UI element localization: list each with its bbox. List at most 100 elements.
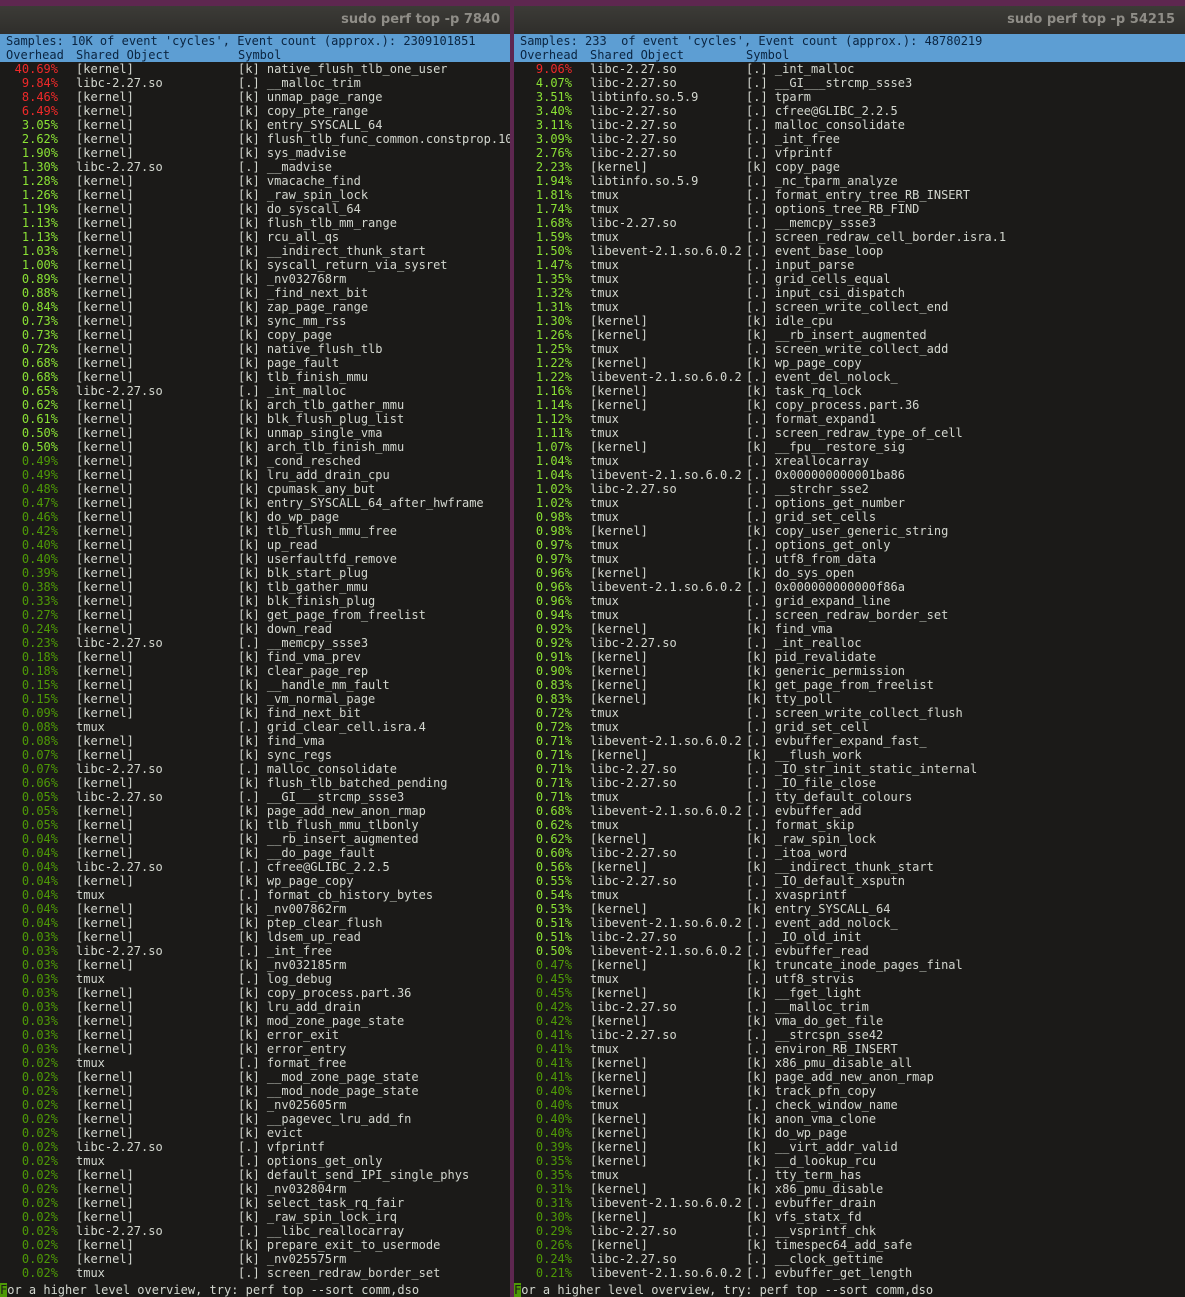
table-row[interactable]: 0.42% libc-2.27.so [.] __malloc_trim bbox=[514, 1000, 1185, 1014]
table-row[interactable]: 0.03% [kernel] [k] copy_process.part.36 bbox=[0, 986, 510, 1000]
table-row[interactable]: 0.40% [kernel] [k] userfaultfd_remove bbox=[0, 552, 510, 566]
table-row[interactable]: 0.49% [kernel] [k] lru_add_drain_cpu bbox=[0, 468, 510, 482]
table-row[interactable]: 3.09% libc-2.27.so [.] _int_free bbox=[514, 132, 1185, 146]
table-row[interactable]: 0.31% libevent-2.1.so.6.0.2 [.] evbuffer_d… bbox=[514, 1196, 1185, 1210]
table-row[interactable]: 0.91% [kernel] [k] pid_revalidate bbox=[514, 650, 1185, 664]
table-row[interactable]: 1.59% tmux [.] screen_redraw_cell_border.i… bbox=[514, 230, 1185, 244]
table-row[interactable]: 0.49% [kernel] [k] _cond_resched bbox=[0, 454, 510, 468]
table-row[interactable]: 2.23% [kernel] [k] copy_page bbox=[514, 160, 1185, 174]
table-row[interactable]: 1.12% tmux [.] format_expand1 bbox=[514, 412, 1185, 426]
table-row[interactable]: 0.51% libc-2.27.so [.] _IO_old_init bbox=[514, 930, 1185, 944]
table-row[interactable]: 1.19% [kernel] [k] do_syscall_64 bbox=[0, 202, 510, 216]
table-row[interactable]: 0.72% tmux [.] grid_set_cell bbox=[514, 720, 1185, 734]
terminal-window-left[interactable]: sudo perf top -p 7840 Samples: 10K of ev… bbox=[0, 6, 510, 1297]
table-row[interactable]: 0.04% [kernel] [k] __rb_insert_augmented bbox=[0, 832, 510, 846]
table-row[interactable]: 0.15% [kernel] [k] _vm_normal_page bbox=[0, 692, 510, 706]
table-row[interactable]: 0.04% [kernel] [k] ptep_clear_flush bbox=[0, 916, 510, 930]
table-row[interactable]: 0.55% libc-2.27.so [.] _IO_default_xsputn bbox=[514, 874, 1185, 888]
table-row[interactable]: 0.07% libc-2.27.so [.] malloc_consolidate bbox=[0, 762, 510, 776]
table-row[interactable]: 0.62% [kernel] [k] arch_tlb_gather_mmu bbox=[0, 398, 510, 412]
table-row[interactable]: 0.02% tmux [.] options_get_only bbox=[0, 1154, 510, 1168]
table-row[interactable]: 0.73% [kernel] [k] copy_page bbox=[0, 328, 510, 342]
table-row[interactable]: 0.39% [kernel] [k] __virt_addr_valid bbox=[514, 1140, 1185, 1154]
table-row[interactable]: 0.33% [kernel] [k] blk_finish_plug bbox=[0, 594, 510, 608]
table-row[interactable]: 0.61% [kernel] [k] blk_flush_plug_list bbox=[0, 412, 510, 426]
window-title-left[interactable]: sudo perf top -p 7840 bbox=[0, 6, 510, 34]
table-row[interactable]: 0.60% libc-2.27.so [.] _itoa_word bbox=[514, 846, 1185, 860]
table-row[interactable]: 6.49% [kernel] [k] copy_pte_range bbox=[0, 104, 510, 118]
table-row[interactable]: 0.68% [kernel] [k] tlb_finish_mmu bbox=[0, 370, 510, 384]
table-row[interactable]: 0.24% libc-2.27.so [.] __clock_gettime bbox=[514, 1252, 1185, 1266]
table-row[interactable]: 0.08% tmux [.] grid_clear_cell.isra.4 bbox=[0, 720, 510, 734]
table-row[interactable]: 0.04% [kernel] [k] _nv007862rm bbox=[0, 902, 510, 916]
table-row[interactable]: 1.07% [kernel] [k] __fpu__restore_sig bbox=[514, 440, 1185, 454]
table-row[interactable]: 0.47% [kernel] [k] entry_SYSCALL_64_after_… bbox=[0, 496, 510, 510]
table-row[interactable]: 0.88% [kernel] [k] _find_next_bit bbox=[0, 286, 510, 300]
table-row[interactable]: 0.40% [kernel] [k] do_wp_page bbox=[514, 1126, 1185, 1140]
table-row[interactable]: 0.41% [kernel] [k] x86_pmu_disable_all bbox=[514, 1056, 1185, 1070]
table-row[interactable]: 1.30% libc-2.27.so [.] __madvise bbox=[0, 160, 510, 174]
table-row[interactable]: 0.05% libc-2.27.so [.] __GI___strcmp_ssse3 bbox=[0, 790, 510, 804]
table-row[interactable]: 2.76% libc-2.27.so [.] vfprintf bbox=[514, 146, 1185, 160]
table-row[interactable]: 0.56% [kernel] [k] __indirect_thunk_start bbox=[514, 860, 1185, 874]
table-row[interactable]: 0.47% [kernel] [k] truncate_inode_pages_fi… bbox=[514, 958, 1185, 972]
table-row[interactable]: 0.92% libc-2.27.so [.] _int_realloc bbox=[514, 636, 1185, 650]
table-row[interactable]: 0.02% tmux [.] format_free bbox=[0, 1056, 510, 1070]
table-row[interactable]: 0.02% libc-2.27.so [.] __libc_reallocarray bbox=[0, 1224, 510, 1238]
table-row[interactable]: 0.03% [kernel] [k] lru_add_drain bbox=[0, 1000, 510, 1014]
table-row[interactable]: 0.06% [kernel] [k] flush_tlb_batched_pendi… bbox=[0, 776, 510, 790]
table-row[interactable]: 4.07% libc-2.27.so [.] __GI___strcmp_ssse3 bbox=[514, 76, 1185, 90]
table-row[interactable]: 0.02% [kernel] [k] evict bbox=[0, 1126, 510, 1140]
table-row[interactable]: 0.71% libevent-2.1.so.6.0.2 [.] evbuffer_e… bbox=[514, 734, 1185, 748]
terminal-window-right[interactable]: sudo perf top -p 54215 Samples: 233 of e… bbox=[514, 6, 1185, 1297]
table-row[interactable]: 0.97% tmux [.] utf8_from_data bbox=[514, 552, 1185, 566]
table-row[interactable]: 0.24% [kernel] [k] down_read bbox=[0, 622, 510, 636]
table-row[interactable]: 0.62% tmux [.] format_skip bbox=[514, 818, 1185, 832]
window-title-right[interactable]: sudo perf top -p 54215 bbox=[514, 6, 1185, 34]
table-row[interactable]: 0.72% [kernel] [k] native_flush_tlb bbox=[0, 342, 510, 356]
table-row[interactable]: 0.83% [kernel] [k] tty_poll bbox=[514, 692, 1185, 706]
table-row[interactable]: 0.51% libevent-2.1.so.6.0.2 [.] event_add_… bbox=[514, 916, 1185, 930]
table-row[interactable]: 1.04% tmux [.] xreallocarray bbox=[514, 454, 1185, 468]
table-row[interactable]: 1.31% tmux [.] screen_write_collect_end bbox=[514, 300, 1185, 314]
table-row[interactable]: 0.04% [kernel] [k] wp_page_copy bbox=[0, 874, 510, 888]
table-row[interactable]: 0.02% tmux [.] screen_redraw_border_set bbox=[0, 1266, 510, 1280]
table-row[interactable]: 0.09% [kernel] [k] find_next_bit bbox=[0, 706, 510, 720]
table-row[interactable]: 0.35% [kernel] [k] __d_lookup_rcu bbox=[514, 1154, 1185, 1168]
table-row[interactable]: 1.35% tmux [.] grid_cells_equal bbox=[514, 272, 1185, 286]
table-row[interactable]: 1.13% [kernel] [k] flush_tlb_mm_range bbox=[0, 216, 510, 230]
table-row[interactable]: 0.04% [kernel] [k] __do_page_fault bbox=[0, 846, 510, 860]
table-row[interactable]: 0.98% [kernel] [k] copy_user_generic_strin… bbox=[514, 524, 1185, 538]
table-row[interactable]: 0.03% [kernel] [k] _nv032185rm bbox=[0, 958, 510, 972]
table-row[interactable]: 0.41% libc-2.27.so [.] __strcspn_sse42 bbox=[514, 1028, 1185, 1042]
table-row[interactable]: 0.04% libc-2.27.so [.] cfree@GLIBC_2.2.5 bbox=[0, 860, 510, 874]
table-row[interactable]: 8.46% [kernel] [k] unmap_page_range bbox=[0, 90, 510, 104]
table-row[interactable]: 0.18% [kernel] [k] find_vma_prev bbox=[0, 650, 510, 664]
table-row[interactable]: 0.02% [kernel] [k] _nv025605rm bbox=[0, 1098, 510, 1112]
table-row[interactable]: 0.03% [kernel] [k] error_exit bbox=[0, 1028, 510, 1042]
table-row[interactable]: 0.89% [kernel] [k] _nv032768rm bbox=[0, 272, 510, 286]
table-row[interactable]: 0.15% [kernel] [k] __handle_mm_fault bbox=[0, 678, 510, 692]
table-row[interactable]: 0.45% tmux [.] utf8_strvis bbox=[514, 972, 1185, 986]
table-row[interactable]: 0.65% libc-2.27.so [.] _int_malloc bbox=[0, 384, 510, 398]
table-row[interactable]: 1.50% libevent-2.1.so.6.0.2 [.] event_base… bbox=[514, 244, 1185, 258]
table-row[interactable]: 0.97% tmux [.] options_get_only bbox=[514, 538, 1185, 552]
table-row[interactable]: 1.94% libtinfo.so.5.9 [.] _nc_tparm_analyz… bbox=[514, 174, 1185, 188]
table-row[interactable]: 9.06% libc-2.27.so [.] _int_malloc bbox=[514, 62, 1185, 76]
table-row[interactable]: 0.46% [kernel] [k] do_wp_page bbox=[0, 510, 510, 524]
table-row[interactable]: 0.94% tmux [.] screen_redraw_border_set bbox=[514, 608, 1185, 622]
table-row[interactable]: 1.26% [kernel] [k] __rb_insert_augmented bbox=[514, 328, 1185, 342]
table-row[interactable]: 0.50% [kernel] [k] unmap_single_vma bbox=[0, 426, 510, 440]
table-row[interactable]: 0.92% [kernel] [k] find_vma bbox=[514, 622, 1185, 636]
table-row[interactable]: 0.21% libevent-2.1.so.6.0.2 [.] evbuffer_g… bbox=[514, 1266, 1185, 1280]
table-row[interactable]: 0.27% [kernel] [k] get_page_from_freelist bbox=[0, 608, 510, 622]
table-row[interactable]: 0.62% [kernel] [k] _raw_spin_lock bbox=[514, 832, 1185, 846]
table-row[interactable]: 1.22% libevent-2.1.so.6.0.2 [.] event_del_… bbox=[514, 370, 1185, 384]
table-row[interactable]: 40.69% [kernel] [k] native_flush_tlb_one_u… bbox=[0, 62, 510, 76]
table-row[interactable]: 1.30% [kernel] [k] idle_cpu bbox=[514, 314, 1185, 328]
table-row[interactable]: 0.83% [kernel] [k] get_page_from_freelist bbox=[514, 678, 1185, 692]
table-row[interactable]: 1.11% tmux [.] screen_redraw_type_of_cell bbox=[514, 426, 1185, 440]
table-row[interactable]: 0.02% [kernel] [k] _raw_spin_lock_irq bbox=[0, 1210, 510, 1224]
table-row[interactable]: 0.07% [kernel] [k] sync_regs bbox=[0, 748, 510, 762]
table-row[interactable]: 0.02% [kernel] [k] _nv025575rm bbox=[0, 1252, 510, 1266]
